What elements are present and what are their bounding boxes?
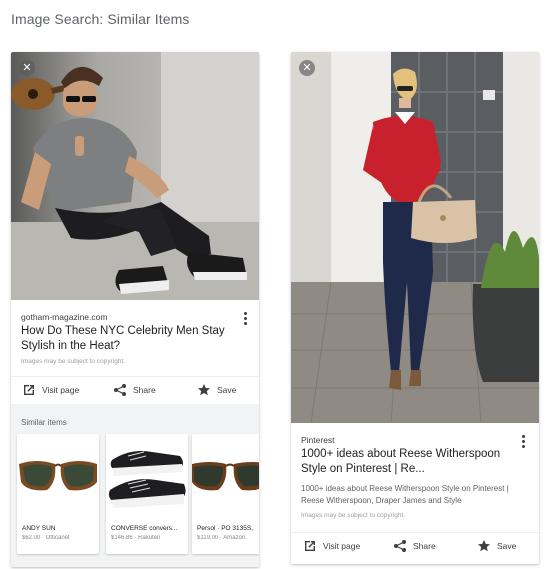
result-info-right: Pinterest 1000+ ideas about Reese Wither… bbox=[291, 423, 539, 564]
visit-page-button[interactable]: Visit page bbox=[303, 533, 360, 559]
man-sitting-photo bbox=[11, 52, 259, 300]
save-button[interactable]: Save bbox=[477, 533, 516, 559]
similar-items-heading: Similar items bbox=[21, 418, 67, 427]
sunglasses-image bbox=[17, 434, 99, 522]
visit-page-label: Visit page bbox=[323, 541, 361, 551]
result-headline[interactable]: 1000+ ideas about Reese Witherspoon Styl… bbox=[301, 447, 513, 477]
share-button[interactable]: Share bbox=[393, 533, 436, 559]
result-image-right[interactable]: ✕ bbox=[291, 52, 539, 423]
woman-walking-photo bbox=[291, 52, 539, 423]
similar-item-price: $119.00 · Amazon. bbox=[197, 535, 247, 541]
similar-items-panel: Similar items ANDY SUN $62.00 · Otticane… bbox=[11, 404, 259, 567]
result-description: 1000+ ideas about Reese Witherspoon Styl… bbox=[301, 484, 509, 505]
share-label: Share bbox=[133, 385, 156, 395]
visit-page-button[interactable]: Visit page bbox=[22, 377, 79, 403]
similar-item-name: ANDY SUN bbox=[22, 525, 56, 532]
star-icon bbox=[198, 384, 210, 396]
similar-item-name: CONVERSE convers... bbox=[111, 525, 178, 532]
star-icon bbox=[478, 540, 490, 552]
share-label: Share bbox=[413, 541, 436, 551]
similar-item-sunglasses-2[interactable]: Persol · PO 3135S, $119.00 · Amazon. bbox=[192, 434, 259, 554]
similar-item-sneakers[interactable]: CONVERSE convers... $146.86 · Rakuten bbox=[106, 434, 188, 554]
save-label: Save bbox=[217, 385, 237, 395]
open-in-new-icon bbox=[24, 385, 34, 395]
result-headline[interactable]: How Do These NYC Celebrity Men Stay Styl… bbox=[21, 324, 233, 354]
result-card-left[interactable]: ✕ gotham-magazine.com How Do These NYC C… bbox=[11, 52, 259, 567]
similar-item-price: $146.86 · Rakuten bbox=[111, 535, 161, 541]
more-vert-icon[interactable] bbox=[240, 312, 250, 326]
visit-page-label: Visit page bbox=[42, 385, 80, 395]
page-title: Image Search: Similar Items bbox=[11, 11, 190, 27]
action-bar: Visit page Share Save bbox=[11, 376, 259, 402]
sneakers-image bbox=[106, 434, 188, 522]
save-label: Save bbox=[497, 541, 517, 551]
similar-item-sunglasses-1[interactable]: ANDY SUN $62.00 · Otticanet bbox=[17, 434, 99, 554]
open-in-new-icon bbox=[305, 541, 315, 551]
similar-item-price: $62.00 · Otticanet bbox=[22, 535, 70, 541]
action-bar: Visit page Share Save bbox=[291, 532, 539, 558]
share-button[interactable]: Share bbox=[113, 377, 156, 403]
sunglasses-image bbox=[192, 434, 259, 522]
source-site[interactable]: Pinterest bbox=[301, 435, 335, 445]
close-icon[interactable]: ✕ bbox=[19, 60, 35, 76]
copyright-notice: Images may be subject to copyright. bbox=[21, 358, 126, 365]
share-icon bbox=[114, 384, 126, 396]
result-card-right[interactable]: ✕ Pinterest 1000+ ideas about Reese With… bbox=[291, 52, 539, 564]
result-info-left: gotham-magazine.com How Do These NYC Cel… bbox=[11, 300, 259, 404]
share-icon bbox=[394, 540, 406, 552]
result-image-left[interactable]: ✕ bbox=[11, 52, 259, 300]
source-site[interactable]: gotham-magazine.com bbox=[21, 312, 107, 322]
more-vert-icon[interactable] bbox=[518, 435, 528, 449]
save-button[interactable]: Save bbox=[197, 377, 236, 403]
similar-item-name: Persol · PO 3135S, bbox=[197, 525, 253, 532]
close-icon[interactable]: ✕ bbox=[299, 60, 315, 76]
copyright-notice: Images may be subject to copyright. bbox=[301, 512, 406, 519]
